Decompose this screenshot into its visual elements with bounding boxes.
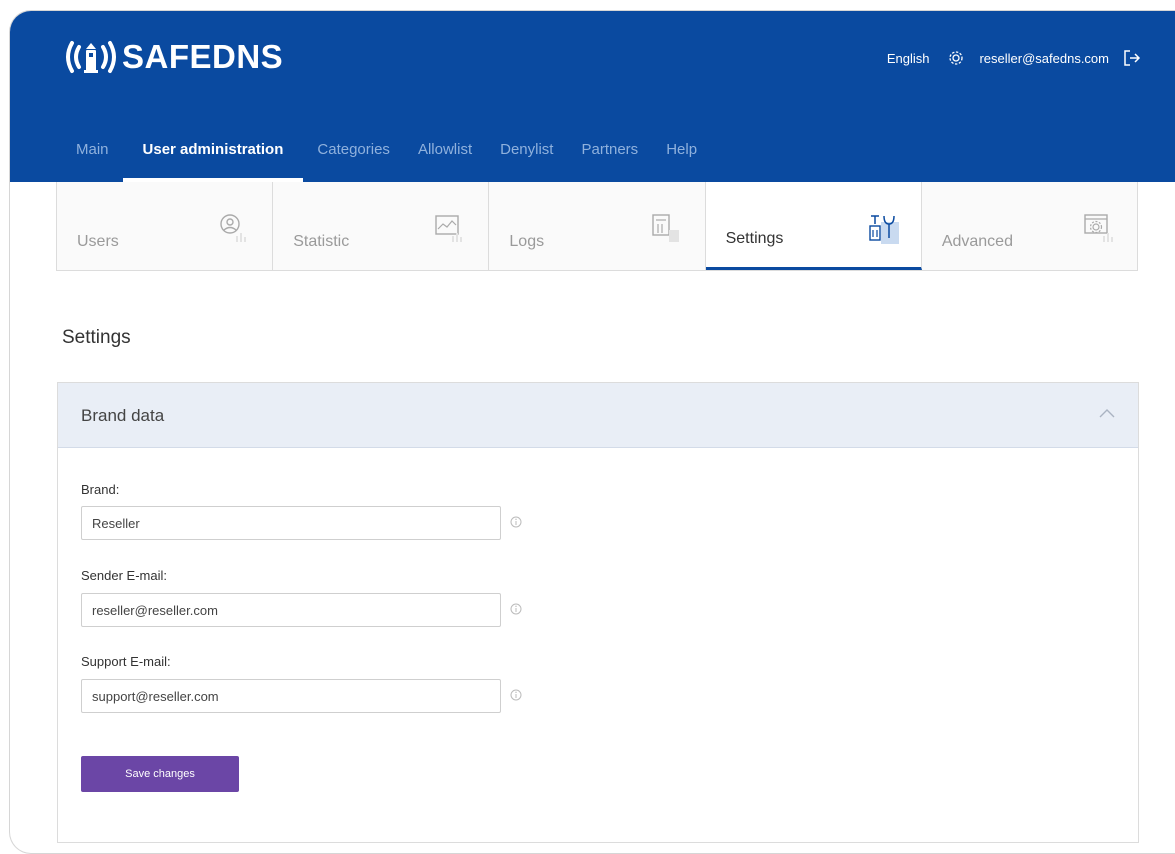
top-header: SAFEDNS English reseller@safedns.com Mai… [10,11,1175,182]
language-selector[interactable]: English [887,51,930,66]
app-window: SAFEDNS English reseller@safedns.com Mai… [9,10,1175,854]
support-email-label: Support E-mail: [81,654,171,669]
advanced-settings-icon [1084,214,1114,242]
brand-data-panel: Brand data Brand: Sender E-mail: Support… [57,382,1139,843]
logs-icon [651,214,679,242]
tab-label: Statistic [293,233,350,250]
nav-item-user-administration[interactable]: User administration [122,131,304,182]
panel-title: Brand data [81,406,165,425]
header-tools: English reseller@safedns.com [887,49,1141,67]
tab-label: Logs [509,233,545,250]
logo[interactable]: SAFEDNS [62,37,283,77]
info-icon[interactable] [510,689,522,701]
tab-logs[interactable]: Logs [489,182,706,270]
main-nav: Main User administration Categories Allo… [62,131,711,182]
brand-label: Brand: [81,482,120,497]
nav-item-allowlist[interactable]: Allowlist [404,131,486,182]
subtabs: Users Statistic Logs Settings Advanced [56,182,1138,271]
nav-item-main[interactable]: Main [62,131,123,182]
user-icon [220,214,247,242]
tab-label: Users [77,233,119,250]
nav-item-categories[interactable]: Categories [303,131,404,182]
tab-label: Advanced [941,233,1013,250]
chevron-up-icon[interactable] [1098,407,1116,419]
nav-item-partners[interactable]: Partners [567,131,652,182]
tab-settings[interactable]: Settings [705,182,922,270]
user-email[interactable]: reseller@safedns.com [979,51,1109,66]
tab-users[interactable]: Users [57,182,274,270]
info-icon[interactable] [510,516,522,528]
tab-statistic[interactable]: Statistic [273,182,490,270]
tab-label: Settings [725,230,784,247]
nav-item-denylist[interactable]: Denylist [486,131,567,182]
tab-advanced[interactable]: Advanced [922,182,1137,270]
brand-field[interactable] [81,506,501,540]
info-icon[interactable] [510,603,522,615]
lighthouse-logo-icon [66,41,116,73]
gear-icon[interactable] [947,49,965,67]
sender-email-field[interactable] [81,593,501,627]
support-email-field[interactable] [81,679,501,713]
page-title: Settings [62,327,131,348]
tools-icon [869,215,899,244]
panel-header[interactable]: Brand data [58,383,1138,448]
logout-icon[interactable] [1123,49,1141,67]
save-changes-button[interactable]: Save changes [81,756,239,792]
brand-name: SAFEDNS [122,38,284,75]
nav-item-help[interactable]: Help [652,131,711,182]
sender-email-label: Sender E-mail: [81,568,167,583]
chart-icon [435,215,463,242]
